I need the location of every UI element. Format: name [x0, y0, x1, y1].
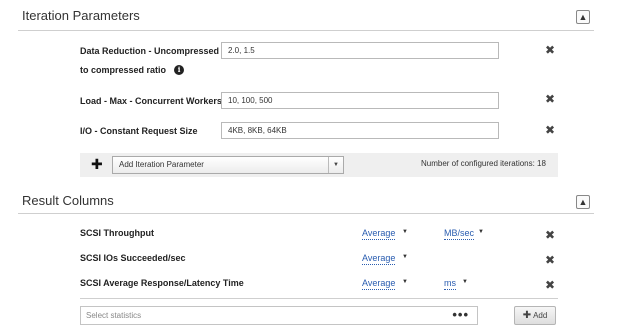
close-icon: ✖ — [545, 253, 556, 267]
remove-latency-button[interactable]: ✖ — [545, 279, 555, 291]
throughput-stat-dropdown[interactable]: Average — [362, 228, 396, 240]
more-options-icon[interactable]: ••• — [452, 307, 469, 322]
latency-unit-dropdown[interactable]: ms — [444, 278, 456, 290]
data-reduction-input[interactable]: 2.0, 1.5 — [221, 42, 499, 59]
param-label-request-size: I/O - Constant Request Size — [80, 126, 198, 136]
close-icon: ✖ — [545, 278, 556, 292]
caret-down-icon: ▼ — [402, 254, 408, 260]
concurrent-workers-input[interactable]: 10, 100, 500 — [221, 92, 499, 109]
result-label-latency: SCSI Average Response/Latency Time — [80, 278, 244, 288]
close-icon: ✖ — [545, 43, 556, 57]
close-icon: ✖ — [545, 123, 556, 137]
remove-ios-succeeded-button[interactable]: ✖ — [545, 254, 555, 266]
result-label-ios-succeeded: SCSI IOs Succeeded/sec — [80, 253, 186, 263]
remove-request-size-button[interactable]: ✖ — [545, 124, 555, 136]
remove-concurrent-workers-button[interactable]: ✖ — [545, 93, 555, 105]
caret-down-icon: ▼ — [478, 229, 484, 235]
add-statistic-button[interactable]: ✚ Add — [514, 306, 556, 325]
iteration-parameters-title: Iteration Parameters — [22, 8, 140, 23]
double-chevron-up-icon: ▲ — [578, 196, 588, 207]
plus-icon: ✚ — [522, 310, 532, 321]
close-icon: ✖ — [545, 228, 556, 242]
info-icon[interactable]: i — [174, 65, 185, 75]
configured-iterations-count: Number of configured iterations: 18 — [421, 159, 546, 168]
caret-down-icon: ▼ — [462, 279, 468, 285]
double-chevron-up-icon: ▲ — [578, 11, 588, 22]
select-label: Add Iteration Parameter — [119, 160, 204, 169]
caret-down-icon: ▼ — [402, 279, 408, 285]
collapse-results-button[interactable]: ▲ — [576, 195, 590, 209]
results-footer-divider — [80, 298, 558, 299]
result-columns-title: Result Columns — [22, 193, 114, 208]
result-label-throughput: SCSI Throughput — [80, 228, 154, 238]
collapse-iteration-button[interactable]: ▲ — [576, 10, 590, 24]
iteration-header-divider — [18, 30, 594, 31]
add-iteration-parameter-select[interactable]: Add Iteration Parameter ▼ — [112, 156, 344, 174]
add-parameter-button[interactable]: ✚ — [91, 157, 103, 171]
throughput-unit-dropdown[interactable]: MB/sec — [444, 228, 475, 240]
close-icon: ✖ — [545, 92, 556, 106]
caret-down-icon: ▼ — [402, 229, 408, 235]
select-statistics-input[interactable]: Select statistics ••• — [80, 306, 478, 325]
results-header-divider — [18, 213, 594, 214]
add-button-label: Add — [533, 311, 548, 320]
chevron-down-icon: ▼ — [328, 157, 343, 173]
ios-succeeded-stat-dropdown[interactable]: Average — [362, 253, 396, 265]
param-label-data-reduction: Data Reduction - Uncompressed to compres… — [80, 46, 220, 75]
plus-icon: ✚ — [91, 156, 103, 172]
param-label-concurrent-workers: Load - Max - Concurrent Workers — [80, 96, 222, 106]
stats-placeholder: Select statistics — [86, 311, 142, 320]
latency-stat-dropdown[interactable]: Average — [362, 278, 396, 290]
remove-throughput-button[interactable]: ✖ — [545, 229, 555, 241]
remove-data-reduction-button[interactable]: ✖ — [545, 44, 555, 56]
request-size-input[interactable]: 4KB, 8KB, 64KB — [221, 122, 499, 139]
